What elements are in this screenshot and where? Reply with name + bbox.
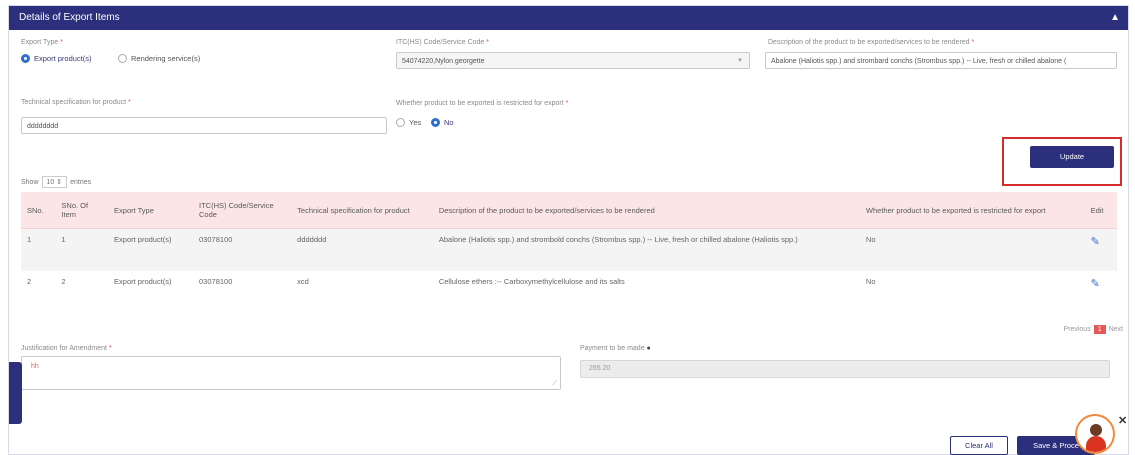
table-row: 2 2 Export product(s) 03078100 xcd Cellu…	[21, 271, 1117, 313]
edit-cell: ✎	[1085, 271, 1117, 313]
justification-value: hh	[31, 363, 39, 370]
cell: xcd	[297, 277, 309, 286]
clear-all-button[interactable]: Clear All	[950, 436, 1008, 455]
pencil-icon[interactable]: ✎	[1091, 236, 1100, 248]
panel-header[interactable]: Details of Export Items ▲	[9, 6, 1128, 30]
col-header[interactable]: ITC(HS) Code/Service Code	[193, 192, 292, 229]
radio-yes-label: Yes	[409, 118, 422, 127]
page-current[interactable]: 1	[1093, 325, 1106, 334]
avatar-body	[1086, 436, 1106, 452]
avatar-head	[1090, 424, 1102, 436]
payment-field: 265.20	[580, 360, 1110, 378]
radio-export-products-label: Export product(s)	[34, 54, 92, 63]
radio-selected-icon	[21, 54, 30, 63]
close-icon[interactable]: ✕	[1118, 414, 1127, 427]
feedback-side-tab[interactable]	[9, 362, 22, 424]
description-field[interactable]: Abalone (Haliotis spp.) and strombard co…	[765, 52, 1117, 69]
prev-link[interactable]: Previous	[1063, 326, 1090, 333]
justification-textarea[interactable]: hh ⟋	[21, 356, 561, 390]
radio-unselected-icon	[118, 54, 127, 63]
show-entries: Show 10 ⇕ entries	[21, 176, 91, 188]
radio-rendering-services[interactable]: Rendering service(s)	[118, 54, 200, 63]
col-header[interactable]: SNo.	[21, 192, 56, 229]
cell: Export product(s)	[114, 277, 172, 286]
description-value: Abalone (Haliotis spp.) and strombard co…	[771, 58, 1067, 65]
radio-no-label: No	[444, 118, 454, 127]
col-header[interactable]: Export Type	[108, 192, 194, 229]
itc-code-label: ITC(HS) Code/Service Code *	[396, 39, 489, 46]
col-header: Edit	[1084, 192, 1117, 229]
export-type-label: Export Type *	[21, 39, 63, 46]
radio-selected-icon	[431, 118, 440, 127]
chat-assistant-avatar[interactable]	[1075, 414, 1115, 454]
payment-label: Payment to be made ●	[580, 345, 651, 352]
show-suffix: entries	[70, 178, 92, 186]
radio-unselected-icon	[396, 118, 405, 127]
radio-export-products[interactable]: Export product(s)	[21, 54, 92, 63]
panel-title: Details of Export Items	[19, 12, 120, 23]
cell: Abalone (Haliotis spp.) and strombold co…	[432, 228, 860, 271]
cell: 03078100	[199, 277, 233, 286]
cell: No	[865, 277, 876, 286]
cell: Export product(s)	[108, 228, 194, 271]
edit-cell: ✎	[1084, 228, 1117, 271]
justification-label: Justification for Amendment *	[21, 345, 112, 352]
pencil-icon[interactable]: ✎	[1091, 278, 1100, 290]
col-header[interactable]: SNo. Of Item	[55, 192, 109, 229]
description-label: Description of the product to be exporte…	[768, 39, 975, 46]
show-prefix: Show	[21, 178, 39, 186]
radio-restricted-yes[interactable]: Yes	[396, 118, 421, 127]
itc-code-select[interactable]: 54074220,Nylon georgette ▼	[396, 52, 750, 69]
chevron-down-icon: ▼	[737, 58, 743, 64]
table-row: 1 1 Export product(s) 03078100 ddddddd A…	[21, 228, 1117, 271]
itc-code-value: 54074220,Nylon georgette	[402, 58, 485, 65]
restricted-label: Whether product to be exported is restri…	[396, 100, 569, 107]
cell: 2	[61, 277, 66, 286]
cell: 1	[21, 228, 56, 271]
next-link[interactable]: Next	[1109, 326, 1123, 333]
export-items-table: SNo. SNo. Of Item Export Type ITC(HS) Co…	[21, 192, 1117, 313]
update-button[interactable]: Update	[1030, 146, 1114, 168]
table-header-row: SNo. SNo. Of Item Export Type ITC(HS) Co…	[21, 192, 1117, 229]
entries-select[interactable]: 10 ⇕	[41, 176, 68, 188]
cell: 03078100	[193, 228, 292, 271]
radio-restricted-no[interactable]: No	[431, 118, 454, 127]
tech-spec-value: dddddddd	[27, 123, 59, 130]
col-header[interactable]: Technical specification for product	[291, 192, 433, 229]
cell: Cellulose ethers :-- Carboxymethylcellul…	[438, 277, 625, 286]
tech-spec-label: Technical specification for product *	[21, 99, 131, 106]
pagination: Previous 1 Next	[1063, 325, 1123, 334]
resize-grip-icon[interactable]: ⟋	[552, 380, 557, 388]
info-icon[interactable]: ●	[647, 345, 651, 352]
cell: No	[859, 228, 1085, 271]
col-header[interactable]: Description of the product to be exporte…	[432, 192, 860, 229]
cell: 2	[27, 277, 32, 286]
cell: 1	[55, 228, 109, 271]
radio-rendering-services-label: Rendering service(s)	[131, 54, 201, 63]
col-header[interactable]: Whether product to be exported is restri…	[859, 192, 1085, 229]
tech-spec-input[interactable]: dddddddd	[21, 117, 387, 134]
cell: ddddddd	[291, 228, 433, 271]
collapse-icon[interactable]: ▲	[1110, 6, 1120, 30]
